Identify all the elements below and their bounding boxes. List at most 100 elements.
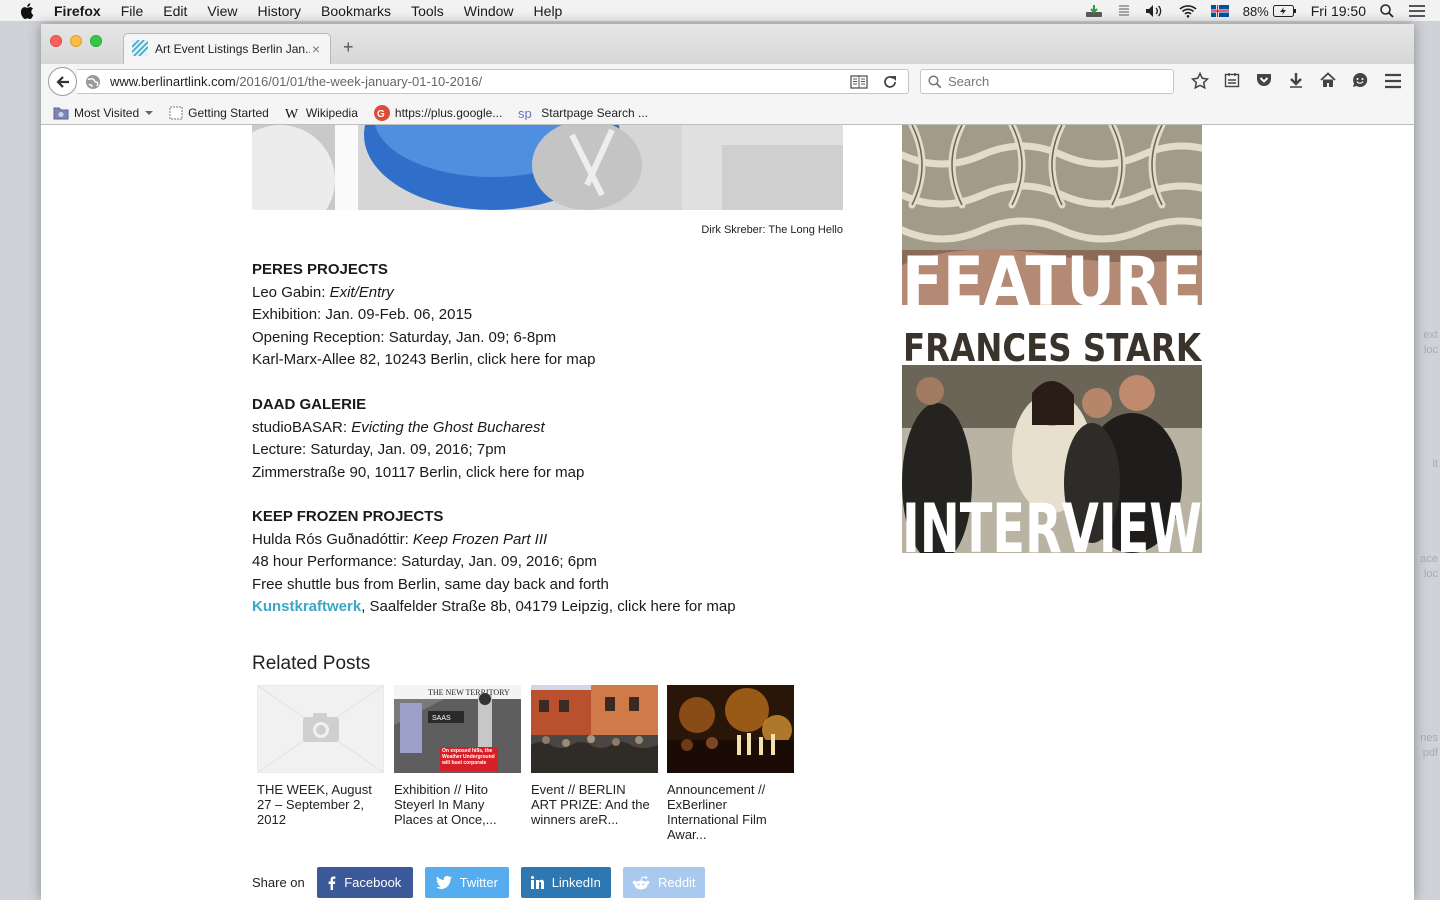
- related-post-title[interactable]: Event // BERLIN ART PRIZE: And the winne…: [531, 782, 653, 827]
- menu-tools[interactable]: Tools: [411, 3, 444, 19]
- exhibition-dates: Exhibition: Jan. 09-Feb. 06, 2015: [252, 306, 473, 323]
- url-path: /2016/01/01/the-week-january-01-10-2016/: [235, 74, 483, 89]
- related-post-thumbnail[interactable]: [667, 685, 794, 773]
- related-post-title[interactable]: THE WEEK, August 27 – September 2, 2012: [257, 782, 379, 827]
- menu-edit[interactable]: Edit: [163, 3, 187, 19]
- menu-file[interactable]: File: [121, 3, 144, 19]
- menu-view[interactable]: View: [207, 3, 237, 19]
- zoom-window-button[interactable]: [90, 35, 102, 47]
- related-post[interactable]: THE NEW TERRITORY SAAS On exposed hills,…: [394, 685, 521, 827]
- clock[interactable]: Fri 19:50: [1311, 3, 1366, 19]
- artist-name: Hulda Rós Guðnadóttir:: [252, 530, 413, 548]
- battery-charging-icon[interactable]: [1272, 5, 1297, 17]
- artist-line: Hulda Rós Guðnadóttir: Keep Frozen Part …: [252, 529, 852, 552]
- text-document-icon[interactable]: [1117, 4, 1131, 18]
- image-caption: Dirk Skreber: The Long Hello: [701, 224, 843, 236]
- notification-center-icon[interactable]: [1408, 4, 1426, 18]
- bookmark-google-plus[interactable]: G https://plus.google...: [373, 104, 503, 121]
- related-post[interactable]: Event // BERLIN ART PRIZE: And the winne…: [531, 685, 658, 827]
- reader-view-icon[interactable]: [850, 75, 868, 92]
- related-post-title[interactable]: Exhibition // Hito Steyerl In Many Place…: [394, 782, 516, 827]
- input-source-flag-icon[interactable]: [1210, 5, 1229, 17]
- home-icon[interactable]: [1312, 72, 1344, 90]
- apple-logo-icon[interactable]: [20, 2, 38, 19]
- reload-icon[interactable]: [882, 74, 898, 93]
- linkedin-icon: [530, 876, 544, 889]
- search-icon: [928, 74, 942, 89]
- new-tab-button[interactable]: +: [343, 37, 354, 58]
- svg-text:W: W: [285, 107, 299, 120]
- menu-help[interactable]: Help: [534, 3, 563, 19]
- wifi-icon[interactable]: [1179, 4, 1197, 18]
- lecture-date: Lecture: Saturday, Jan. 09, 2016; 7pm: [252, 441, 507, 458]
- related-post-thumbnail[interactable]: THE NEW TERRITORY SAAS On exposed hills,…: [394, 685, 521, 773]
- performance-date: 48 hour Performance: Saturday, Jan. 09, …: [252, 553, 597, 570]
- placeholder-image-icon[interactable]: [257, 685, 384, 773]
- artist-line: Leo Gabin: Exit/Entry: [252, 282, 852, 305]
- menu-history[interactable]: History: [257, 3, 301, 19]
- event-listing: PERES PROJECTS Leo Gabin: Exit/Entry Exh…: [252, 259, 852, 372]
- bookmark-label: Getting Started: [188, 105, 269, 120]
- artwork-image[interactable]: [252, 125, 843, 210]
- interview-label: INTERVIEW: [902, 490, 1202, 553]
- address-map-link[interactable]: , Saalfelder Straße 8b, 04179 Leipzig, c…: [361, 598, 735, 615]
- tab-strip: Art Event Listings Berlin Jan... × +: [41, 24, 1414, 64]
- url-bar[interactable]: www.berlinartlink.com/2016/01/01/the-wee…: [77, 69, 909, 94]
- menu-app-firefox[interactable]: Firefox: [54, 3, 101, 19]
- related-post-thumbnail[interactable]: [531, 685, 658, 773]
- navigation-toolbar: www.berlinartlink.com/2016/01/01/the-wee…: [41, 64, 1414, 101]
- thumb-text: On exposed hills, the Weather Undergroun…: [442, 748, 495, 766]
- artist-name: Leo Gabin:: [252, 283, 330, 301]
- bookmark-most-visited[interactable]: Most Visited: [53, 106, 154, 120]
- share-facebook-button[interactable]: Facebook: [316, 867, 413, 898]
- bookmark-wikipedia[interactable]: W Wikipedia: [285, 106, 358, 120]
- tab-close-button[interactable]: ×: [310, 41, 322, 57]
- desktop-icon-label: lt: [1432, 458, 1439, 470]
- share-linkedin-button[interactable]: LinkedIn: [520, 867, 611, 898]
- volume-icon[interactable]: [1145, 4, 1165, 18]
- related-post[interactable]: THE WEEK, August 27 – September 2, 2012: [257, 685, 384, 827]
- downloads-icon[interactable]: [1280, 72, 1312, 90]
- work-title: Exit/Entry: [329, 283, 394, 301]
- venue-name: DAAD GALERIE: [252, 396, 367, 413]
- back-button[interactable]: [48, 67, 77, 96]
- battery-percent[interactable]: 88%: [1243, 4, 1269, 19]
- share-twitter-button[interactable]: Twitter: [424, 867, 509, 898]
- bookmark-startpage[interactable]: sp Startpage Search ...: [518, 106, 648, 120]
- spotlight-search-icon[interactable]: [1380, 4, 1394, 18]
- bookmarks-menu-icon[interactable]: [1216, 72, 1248, 90]
- tab-title: Art Event Listings Berlin Jan...: [155, 42, 310, 56]
- chevron-down-icon: [145, 110, 154, 116]
- site-identity-globe-icon[interactable]: [85, 74, 101, 90]
- minimize-window-button[interactable]: [70, 35, 82, 47]
- interview-subject-name: FRANCES STARK: [903, 333, 1202, 370]
- pocket-icon[interactable]: [1248, 72, 1280, 90]
- desktop-icon-label: loc: [1423, 568, 1438, 580]
- menu-window[interactable]: Window: [464, 3, 514, 19]
- kunstkraftwerk-link[interactable]: Kunstkraftwerk: [252, 598, 361, 615]
- reddit-alien-icon: [632, 875, 650, 890]
- venue-name: KEEP FROZEN PROJECTS: [252, 508, 444, 525]
- page-icon: [169, 106, 183, 120]
- share-reddit-button[interactable]: Reddit: [622, 867, 705, 898]
- url-host: www.berlinartlink.com: [110, 74, 236, 89]
- folder-icon: [53, 106, 69, 120]
- search-bar[interactable]: Search: [920, 69, 1174, 94]
- related-post-title[interactable]: Announcement // ExBerliner International…: [667, 782, 789, 842]
- bookmark-label: https://plus.google...: [394, 105, 503, 120]
- sidebar-feature-banner[interactable]: FEATURE: [902, 125, 1202, 305]
- macos-menu-bar: Firefox File Edit View History Bookmarks…: [0, 0, 1440, 22]
- opening-reception: Opening Reception: Saturday, Jan. 09; 6-…: [252, 328, 557, 346]
- hello-chat-icon[interactable]: [1344, 72, 1376, 90]
- address-map-link[interactable]: Karl-Marx-Allee 82, 10243 Berlin, click …: [252, 349, 852, 372]
- sidebar-interview-banner[interactable]: FRANCES STARK INTERVIEW: [902, 333, 1202, 553]
- browser-tab-active[interactable]: Art Event Listings Berlin Jan... ×: [123, 33, 331, 64]
- close-window-button[interactable]: [50, 35, 62, 47]
- bookmark-star-icon[interactable]: [1184, 72, 1216, 90]
- open-menu-icon[interactable]: [1384, 73, 1402, 94]
- download-status-icon[interactable]: [1085, 4, 1103, 18]
- address-map-link[interactable]: Zimmerstraße 90, 10117 Berlin, click her…: [252, 462, 852, 485]
- menu-bookmarks[interactable]: Bookmarks: [321, 3, 391, 19]
- related-post[interactable]: Announcement // ExBerliner International…: [667, 685, 794, 842]
- bookmark-getting-started[interactable]: Getting Started: [169, 106, 269, 120]
